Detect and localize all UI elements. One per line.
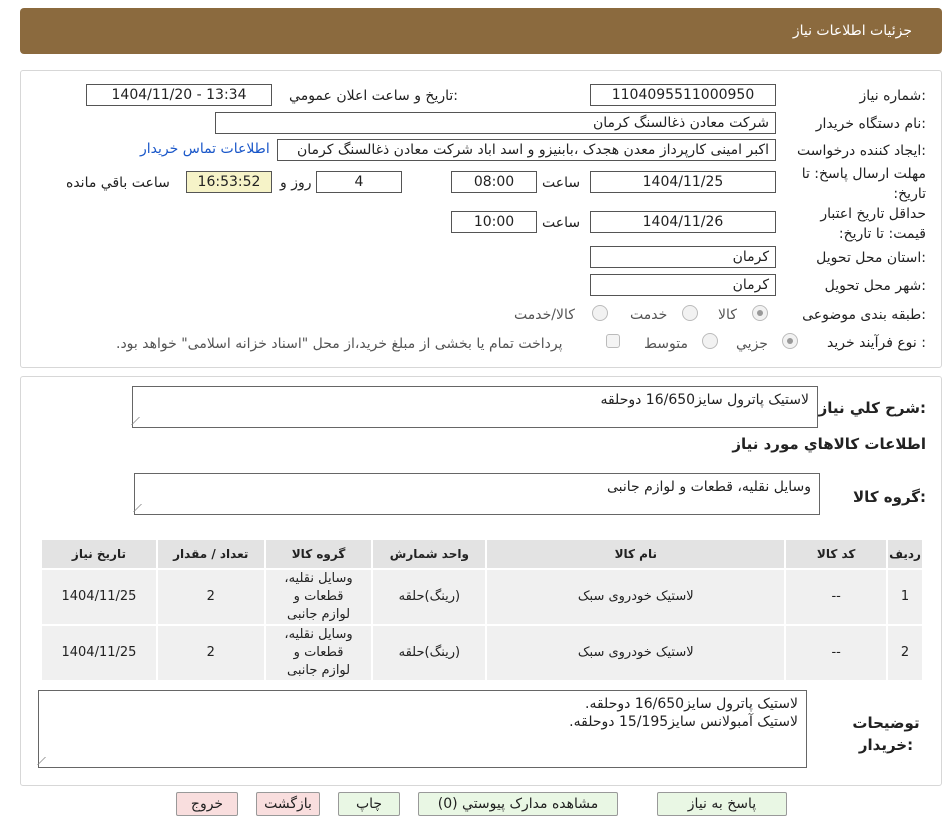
- cell-row: 2: [886, 624, 924, 682]
- need-number-label: شماره نیاز:: [859, 88, 926, 104]
- announce-datetime-field: 1404/11/20 - 13:34: [86, 84, 272, 106]
- buyer-notes-line-1: لاستیک پاترول سایز16/650 دوحلقه.: [585, 696, 798, 712]
- deadline-hour-label: ساعت: [542, 175, 581, 191]
- province-field: کرمان: [590, 246, 776, 268]
- back-button[interactable]: بازگشت: [256, 792, 320, 816]
- category-service-label: خدمت: [630, 307, 668, 323]
- city-field: کرمان: [590, 274, 776, 296]
- buyer-notes-textarea[interactable]: لاستیک پاترول سایز16/650 دوحلقه. لاستیک …: [37, 690, 807, 768]
- category-goods-radio[interactable]: [752, 305, 768, 321]
- remaining-time-field: 16:53:52: [186, 171, 272, 193]
- remaining-label: ساعت باقي مانده: [66, 175, 170, 191]
- validity-hour-label: ساعت: [542, 215, 581, 231]
- announce-label: تاریخ و ساعت اعلان عمومي:: [289, 88, 458, 104]
- goods-group-label: گروه کالا:: [853, 488, 926, 506]
- summary-textarea[interactable]: لاستیک پاترول سایز16/650 دوحلقه: [131, 386, 818, 428]
- cell-row: 1: [886, 568, 924, 626]
- cell-group: وسایل نقلیه، قطعات و لوازم جانبی: [263, 624, 374, 682]
- days-label: روز و: [280, 175, 312, 191]
- resize-grip-icon[interactable]: [133, 504, 149, 512]
- page-title: جزئیات اطلاعات نیاز: [792, 23, 912, 39]
- col-unit: واحد شمارش: [371, 538, 488, 570]
- buyer-contact-link[interactable]: اطلاعات تماس خریدار: [140, 141, 270, 157]
- process-medium-label: متوسط: [644, 336, 688, 352]
- page-header: جزئیات اطلاعات نیاز: [20, 8, 942, 54]
- category-goods-label: کالا: [718, 307, 737, 323]
- buyer-notes-label: توضیحات خریدار:: [852, 714, 920, 754]
- process-partial-radio[interactable]: [782, 333, 798, 349]
- cell-qty: 2: [155, 568, 266, 626]
- resize-grip-icon[interactable]: [37, 757, 53, 765]
- validity-date-field: 1404/11/26: [590, 211, 776, 233]
- cell-name: لاستیک خودروی سبک: [485, 624, 787, 682]
- goods-table: ردیف کد کالا نام کالا واحد شمارش گروه کا…: [40, 538, 924, 682]
- validity-time-field: 10:00: [451, 211, 537, 233]
- buyer-org-field: شرکت معادن ذغالسنگ کرمان: [215, 112, 776, 134]
- process-medium-radio[interactable]: [702, 333, 718, 349]
- col-date: تاریخ نیاز: [40, 538, 158, 570]
- buyer-org-label: نام دستگاه خریدار:: [815, 116, 926, 132]
- table-row: 2 -- لاستیک خودروی سبک (رینگ)حلقه وسایل …: [40, 624, 924, 682]
- category-goods-service-label: کالا/خدمت: [514, 307, 575, 323]
- resize-grip-icon[interactable]: [131, 417, 147, 425]
- cell-unit: (رینگ)حلقه: [371, 624, 488, 682]
- view-attachments-button[interactable]: مشاهده مدارک پیوستي (0): [418, 792, 618, 816]
- treasury-payment-checkbox[interactable]: [606, 334, 620, 348]
- reply-button[interactable]: پاسخ به نیاز: [657, 792, 787, 816]
- city-label: شهر محل تحویل:: [824, 278, 926, 294]
- goods-group-text: وسایل نقلیه، قطعات و لوازم جانبی: [606, 479, 811, 495]
- cell-date: 1404/11/25: [40, 624, 158, 682]
- deadline-date-field: 1404/11/25: [590, 171, 776, 193]
- deadline-time-field: 08:00: [451, 171, 537, 193]
- col-group: گروه کالا: [263, 538, 374, 570]
- need-number-field: 1104095511000950: [590, 84, 776, 106]
- category-goods-service-radio[interactable]: [592, 305, 608, 321]
- cell-unit: (رینگ)حلقه: [371, 568, 488, 626]
- deadline-label: مهلت ارسال پاسخ: تا تاریخ:: [801, 166, 926, 202]
- cell-date: 1404/11/25: [40, 568, 158, 626]
- goods-group-textarea[interactable]: وسایل نقلیه، قطعات و لوازم جانبی: [133, 473, 820, 515]
- print-button[interactable]: چاپ: [338, 792, 400, 816]
- requester-field: اکبر امینی کارپرداز معدن هجدک ،بابنیزو و…: [277, 139, 776, 161]
- goods-table-header: ردیف کد کالا نام کالا واحد شمارش گروه کا…: [40, 538, 924, 570]
- process-label: نوع فرآیند خرید :: [827, 335, 926, 351]
- col-row: ردیف: [886, 538, 924, 570]
- goods-info-title: اطلاعات کالاهاي مورد نیاز: [732, 435, 926, 453]
- summary-label: شرح کلي نیاز:: [818, 399, 926, 417]
- requester-label: ایجاد کننده درخواست:: [797, 143, 926, 159]
- col-qty: تعداد / مقدار: [155, 538, 266, 570]
- cell-group: وسایل نقلیه، قطعات و لوازم جانبی: [263, 568, 374, 626]
- cell-code: --: [784, 568, 889, 626]
- days-field: 4: [316, 171, 402, 193]
- table-row: 1 -- لاستیک خودروی سبک (رینگ)حلقه وسایل …: [40, 568, 924, 626]
- summary-text: لاستیک پاترول سایز16/650 دوحلقه: [600, 392, 809, 408]
- category-service-radio[interactable]: [682, 305, 698, 321]
- process-partial-label: جزیي: [736, 336, 768, 352]
- col-code: کد کالا: [784, 538, 889, 570]
- col-name: نام کالا: [485, 538, 787, 570]
- buyer-notes-line-2: لاستیک آمبولانس سایز15/195 دوحلقه.: [569, 714, 798, 730]
- cell-code: --: [784, 624, 889, 682]
- validity-label: حداقل تاریخ اعتبار قیمت: تا تاریخ:: [820, 206, 926, 242]
- category-label: طبقه بندی موضوعی:: [802, 307, 926, 323]
- cell-name: لاستیک خودروی سبک: [485, 568, 787, 626]
- treasury-payment-note: پرداخت تمام یا بخشی از مبلغ خرید،از محل …: [116, 336, 563, 352]
- exit-button[interactable]: خروج: [176, 792, 238, 816]
- province-label: استان محل تحویل:: [816, 250, 926, 266]
- cell-qty: 2: [155, 624, 266, 682]
